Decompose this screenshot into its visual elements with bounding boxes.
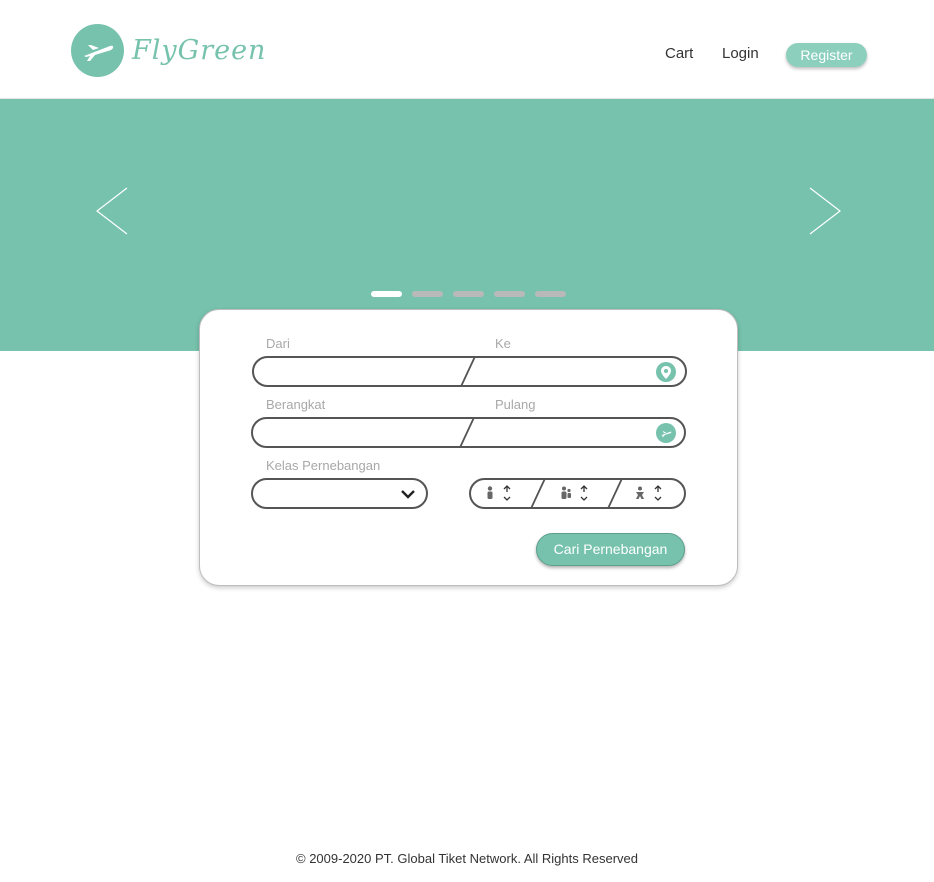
airplane-icon	[656, 423, 676, 443]
child-person-icon	[561, 486, 571, 499]
carousel-dot[interactable]	[453, 291, 484, 297]
carousel-dot[interactable]	[412, 291, 443, 297]
chevron-left-icon[interactable]	[95, 187, 129, 240]
to-input[interactable]	[479, 358, 649, 385]
chevron-right-icon[interactable]	[808, 187, 842, 240]
carousel-dot[interactable]	[371, 291, 402, 297]
up-down-arrows-icon	[580, 485, 588, 501]
site-header: FlyGreen Cart Login Register	[0, 0, 934, 99]
class-select[interactable]	[251, 478, 428, 509]
chevron-down-icon	[401, 490, 415, 499]
infant-stepper[interactable]	[634, 484, 663, 502]
passenger-counter-group	[469, 478, 686, 509]
from-input[interactable]	[254, 358, 459, 385]
up-down-arrows-icon	[654, 485, 662, 501]
field-divider	[606, 478, 624, 509]
date-input-group	[251, 417, 686, 448]
class-label: Kelas Pernebangan	[266, 458, 381, 473]
map-pin-icon	[656, 362, 676, 382]
route-input-group	[252, 356, 687, 387]
nav-login-link[interactable]: Login	[722, 45, 759, 62]
to-label: Ke	[495, 336, 511, 351]
field-divider	[459, 356, 477, 387]
child-stepper[interactable]	[560, 484, 589, 502]
from-label: Dari	[266, 336, 290, 351]
up-down-arrows-icon	[503, 485, 511, 501]
search-flights-button[interactable]: Cari Pernebangan	[536, 533, 685, 566]
infant-person-icon	[636, 486, 644, 499]
carousel-indicators	[371, 291, 576, 297]
adult-person-icon	[487, 486, 493, 499]
return-label: Pulang	[495, 397, 536, 412]
airplane-icon	[71, 24, 124, 77]
depart-date-input[interactable]	[253, 419, 458, 446]
return-date-input[interactable]	[478, 419, 648, 446]
nav-cart-link[interactable]: Cart	[665, 45, 693, 62]
field-divider	[529, 478, 547, 509]
field-divider	[458, 417, 476, 448]
register-button[interactable]: Register	[786, 43, 867, 67]
adult-stepper[interactable]	[485, 484, 512, 502]
brand-name: FlyGreen	[132, 35, 267, 66]
footer-copyright: © 2009-2020 PT. Global Tiket Network. Al…	[296, 851, 638, 866]
flight-search-card: Dari Ke Berangkat Pulang Kelas Pernebang…	[199, 309, 738, 586]
depart-label: Berangkat	[266, 397, 326, 412]
carousel-dot[interactable]	[494, 291, 525, 297]
brand-logo[interactable]: FlyGreen	[71, 24, 266, 77]
carousel-dot[interactable]	[535, 291, 566, 297]
